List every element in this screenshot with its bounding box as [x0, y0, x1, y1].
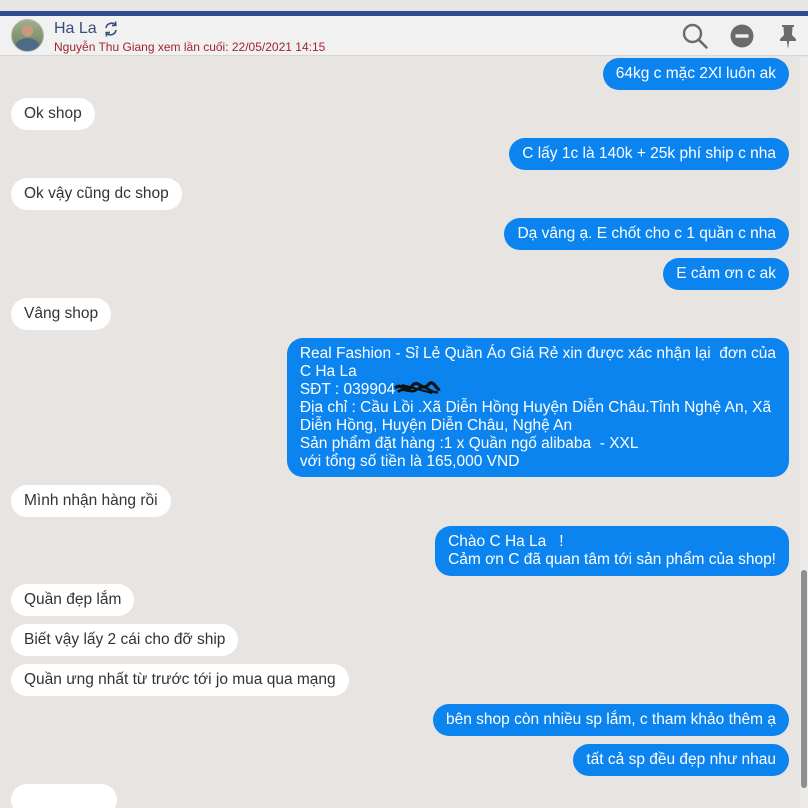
message-bubble-incoming[interactable]: Ok shop	[11, 98, 95, 130]
message-bubble-outgoing[interactable]: E cảm ơn c ak	[663, 258, 789, 290]
contact-name[interactable]: Ha La	[54, 20, 97, 38]
chat-scrollbar[interactable]	[800, 57, 808, 808]
message-bubble-incoming[interactable]	[11, 784, 117, 808]
avatar[interactable]	[11, 19, 44, 52]
message-list[interactable]: 64kg c mặc 2Xl luôn ak Ok shop C lấy 1c …	[0, 57, 800, 808]
message-bubble-incoming[interactable]: Mình nhận hàng rồi	[11, 485, 171, 517]
refresh-icon[interactable]	[102, 20, 120, 38]
chat-header: Ha La Nguyễn Thu Giang xem lần cuối: 22/…	[0, 16, 808, 56]
message-bubble-outgoing[interactable]: 64kg c mặc 2Xl luôn ak	[602, 58, 789, 90]
scrollbar-thumb[interactable]	[801, 570, 807, 788]
redaction-scribble	[393, 381, 441, 394]
message-bubble-incoming[interactable]: Biết vậy lấy 2 cái cho đỡ ship	[11, 624, 239, 656]
order-confirmation-bubble[interactable]: Real Fashion - Sỉ Lẻ Quần Áo Giá Rẻ xin …	[286, 338, 789, 477]
window-top-strip	[0, 0, 808, 16]
message-bubble-outgoing[interactable]: C lấy 1c là 140k + 25k phí ship c nha	[509, 138, 789, 170]
message-bubble-incoming[interactable]: Vâng shop	[11, 298, 112, 330]
last-seen-status: Nguyễn Thu Giang xem lần cuối: 22/05/202…	[54, 40, 326, 54]
message-bubble-outgoing[interactable]: tất cả sp đều đẹp như nhau	[573, 744, 789, 776]
message-bubble-outgoing[interactable]: bên shop còn nhiều sp lắm, c tham khảo t…	[432, 704, 789, 736]
message-bubble-incoming[interactable]: Quần đẹp lắm	[11, 584, 135, 616]
message-bubble-outgoing[interactable]: Dạ vâng ạ. E chốt cho c 1 quần c nha	[504, 218, 789, 250]
message-bubble-incoming[interactable]: Ok vậy cũng dc shop	[11, 178, 182, 210]
pin-icon[interactable]	[774, 22, 802, 50]
search-icon[interactable]	[681, 22, 709, 50]
message-bubble-outgoing[interactable]: Chào C Ha La ! Cảm ơn C đã quan tâm tới …	[435, 526, 789, 576]
minus-circle-icon[interactable]	[728, 22, 756, 50]
message-bubble-incoming[interactable]: Quần ưng nhất từ trước tới jo mua qua mạ…	[11, 664, 349, 696]
